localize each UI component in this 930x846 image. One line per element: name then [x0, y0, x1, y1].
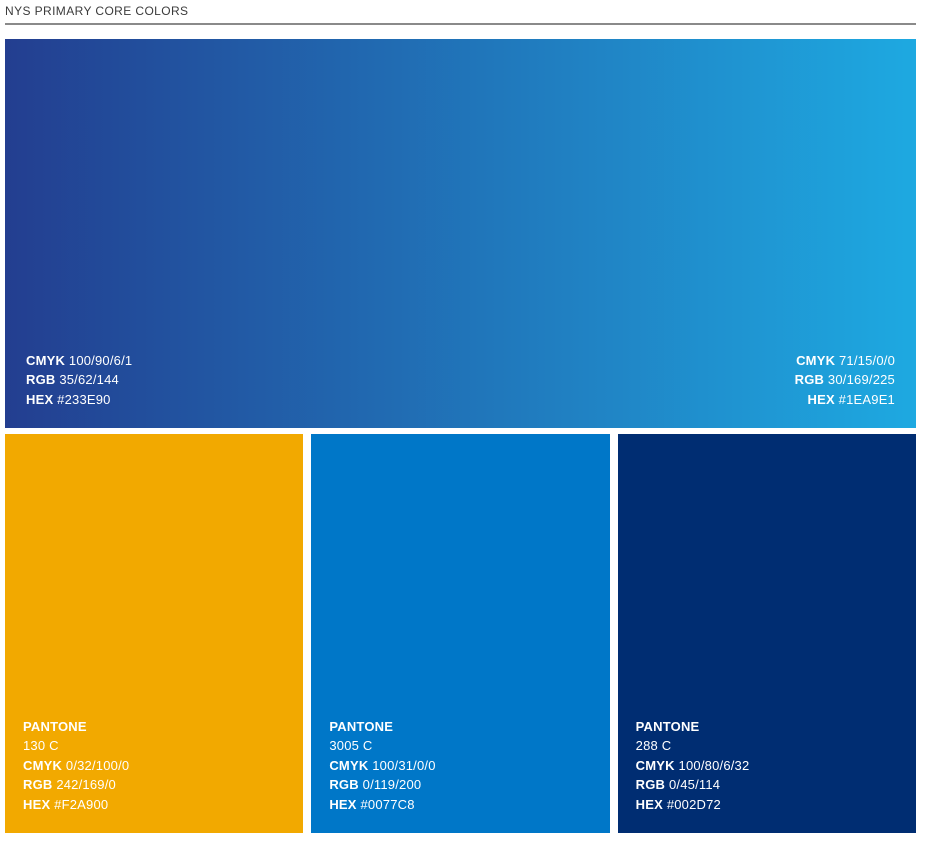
hex-spec: HEX #0077C8 [329, 795, 435, 814]
hex-label: HEX [329, 797, 356, 812]
pantone-number: 130 C [23, 736, 129, 755]
pantone-swatch-row: PANTONE 130 C CMYK 0/32/100/0 RGB 242/16… [5, 434, 916, 833]
rgb-spec: RGB 0/119/200 [329, 775, 435, 794]
cmyk-value: 71/15/0/0 [839, 353, 895, 368]
page-title: NYS PRIMARY CORE COLORS [5, 4, 916, 18]
rgb-label: RGB [636, 777, 666, 792]
swatch-pantone-3005c: PANTONE 3005 C CMYK 100/31/0/0 RGB 0/119… [311, 434, 609, 833]
pantone-label: PANTONE [329, 719, 393, 734]
cmyk-spec: CMYK 100/90/6/1 [26, 351, 132, 370]
pantone-spec: PANTONE [23, 717, 129, 736]
pantone-label: PANTONE [636, 719, 700, 734]
swatch-specs: PANTONE 130 C CMYK 0/32/100/0 RGB 242/16… [23, 717, 129, 814]
pantone-number: 288 C [636, 736, 750, 755]
rgb-value: 0/119/200 [363, 777, 422, 792]
color-palette-page: NYS PRIMARY CORE COLORS CMYK 100/90/6/1 … [0, 0, 930, 846]
cmyk-value: 0/32/100/0 [66, 758, 129, 773]
rgb-label: RGB [329, 777, 359, 792]
section-header: NYS PRIMARY CORE COLORS [5, 4, 916, 25]
hex-value: #0077C8 [360, 797, 414, 812]
swatch-pantone-130c: PANTONE 130 C CMYK 0/32/100/0 RGB 242/16… [5, 434, 303, 833]
cmyk-value: 100/80/6/32 [679, 758, 750, 773]
cmyk-spec: CMYK 100/80/6/32 [636, 756, 750, 775]
gradient-start-specs: CMYK 100/90/6/1 RGB 35/62/144 HEX #233E9… [26, 351, 132, 409]
pantone-spec: PANTONE [329, 717, 435, 736]
rgb-value: 35/62/144 [59, 372, 119, 387]
swatch-specs: PANTONE 288 C CMYK 100/80/6/32 RGB 0/45/… [636, 717, 750, 814]
cmyk-value: 100/90/6/1 [69, 353, 132, 368]
rgb-spec: RGB 0/45/114 [636, 775, 750, 794]
rgb-value: 242/169/0 [56, 777, 116, 792]
rgb-spec: RGB 242/169/0 [23, 775, 129, 794]
cmyk-label: CMYK [23, 758, 62, 773]
cmyk-label: CMYK [329, 758, 368, 773]
rgb-label: RGB [23, 777, 53, 792]
rgb-value: 30/169/225 [828, 372, 895, 387]
pantone-spec: PANTONE [636, 717, 750, 736]
cmyk-label: CMYK [26, 353, 65, 368]
cmyk-spec: CMYK 0/32/100/0 [23, 756, 129, 775]
pantone-value: 288 C [636, 738, 672, 753]
rgb-spec: RGB 30/169/225 [795, 370, 895, 389]
rgb-label: RGB [26, 372, 56, 387]
gradient-end-specs: CMYK 71/15/0/0 RGB 30/169/225 HEX #1EA9E… [795, 351, 895, 409]
hex-label: HEX [23, 797, 50, 812]
cmyk-spec: CMYK 71/15/0/0 [795, 351, 895, 370]
cmyk-label: CMYK [796, 353, 835, 368]
rgb-label: RGB [795, 372, 825, 387]
hex-spec: HEX #1EA9E1 [795, 390, 895, 409]
pantone-value: 3005 C [329, 738, 372, 753]
hex-label: HEX [636, 797, 663, 812]
pantone-label: PANTONE [23, 719, 87, 734]
hex-value: #F2A900 [54, 797, 108, 812]
hex-spec: HEX #002D72 [636, 795, 750, 814]
cmyk-value: 100/31/0/0 [372, 758, 435, 773]
cmyk-label: CMYK [636, 758, 675, 773]
pantone-number: 3005 C [329, 736, 435, 755]
pantone-value: 130 C [23, 738, 59, 753]
hex-label: HEX [26, 392, 53, 407]
hex-value: #1EA9E1 [839, 392, 895, 407]
hex-value: #233E90 [57, 392, 110, 407]
swatch-pantone-288c: PANTONE 288 C CMYK 100/80/6/32 RGB 0/45/… [618, 434, 916, 833]
hex-spec: HEX #F2A900 [23, 795, 129, 814]
rgb-spec: RGB 35/62/144 [26, 370, 132, 389]
gradient-swatch: CMYK 100/90/6/1 RGB 35/62/144 HEX #233E9… [5, 39, 916, 428]
hex-label: HEX [808, 392, 835, 407]
hex-value: #002D72 [667, 797, 721, 812]
hex-spec: HEX #233E90 [26, 390, 132, 409]
rgb-value: 0/45/114 [669, 777, 720, 792]
swatch-specs: PANTONE 3005 C CMYK 100/31/0/0 RGB 0/119… [329, 717, 435, 814]
cmyk-spec: CMYK 100/31/0/0 [329, 756, 435, 775]
